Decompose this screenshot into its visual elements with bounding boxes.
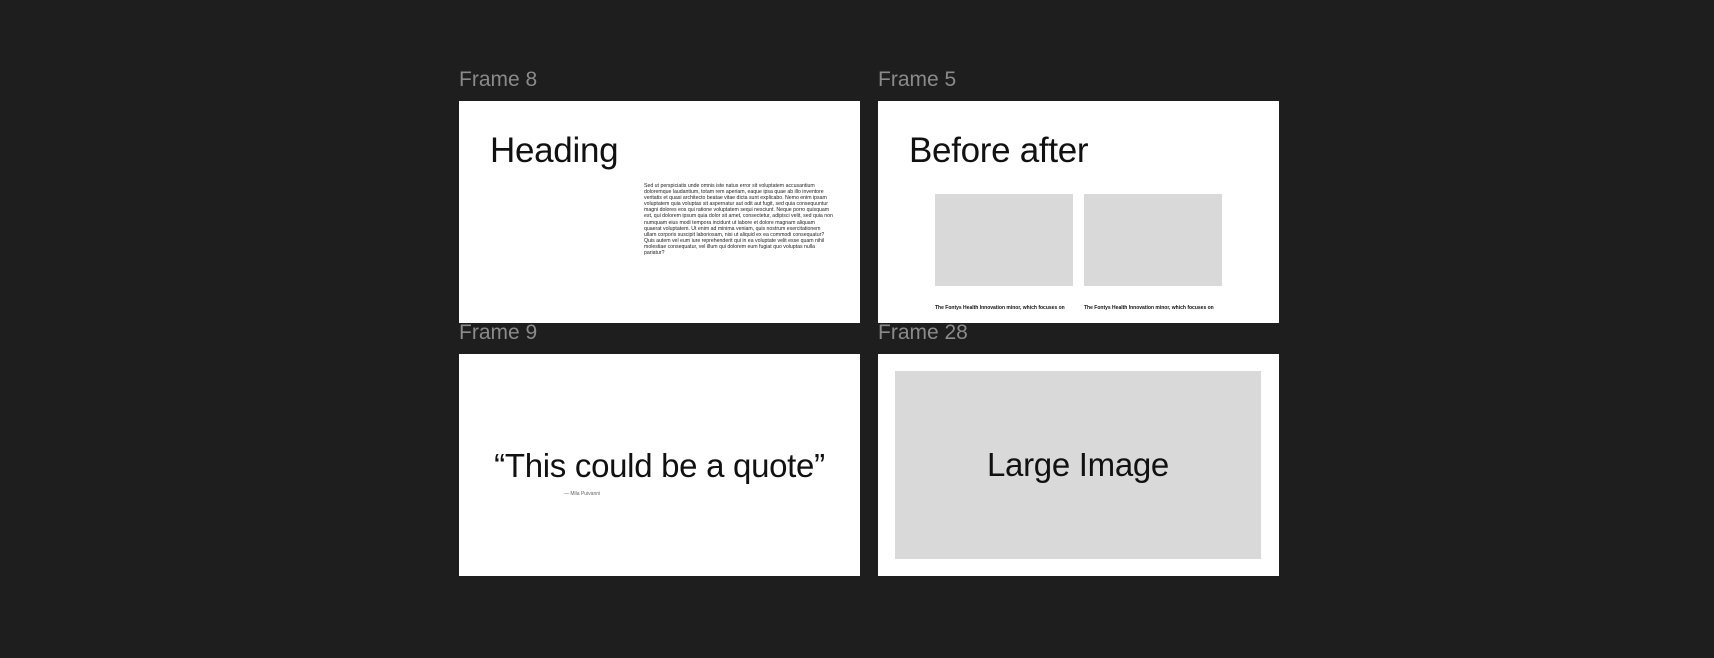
after-caption: The Fontys Health Innovation minor, whic… [1084, 305, 1214, 311]
frame-label-frame-5[interactable]: Frame 5 [878, 68, 956, 92]
frame-9[interactable]: “This could be a quote” — Mila Puivanni [459, 354, 860, 576]
after-image-placeholder [1084, 194, 1222, 286]
large-image-label: Large Image [987, 446, 1169, 483]
frame-heading: Before after [909, 131, 1089, 170]
frame-28[interactable]: Large Image [878, 354, 1279, 576]
before-image-placeholder [935, 194, 1073, 286]
frame-8[interactable]: Heading Sed ut perspiciatis unde omnis i… [459, 101, 860, 323]
before-caption: The Fontys Health Innovation minor, whic… [935, 305, 1065, 311]
large-image-placeholder: Large Image [895, 371, 1261, 559]
frame-heading: Heading [490, 131, 619, 170]
frame-5[interactable]: Before after The Fontys Health Innovatio… [878, 101, 1279, 323]
body-paragraph: Sed ut perspiciatis unde omnis iste natu… [644, 183, 833, 257]
frame-label-frame-8[interactable]: Frame 8 [459, 68, 537, 92]
frame-label-frame-28[interactable]: Frame 28 [878, 321, 968, 345]
quote-author: — Mila Puivanni [564, 491, 601, 497]
design-canvas[interactable]: Frame 8 Heading Sed ut perspiciatis unde… [0, 0, 1714, 658]
frame-label-frame-9[interactable]: Frame 9 [459, 321, 537, 345]
quote-text: “This could be a quote” [494, 447, 825, 484]
